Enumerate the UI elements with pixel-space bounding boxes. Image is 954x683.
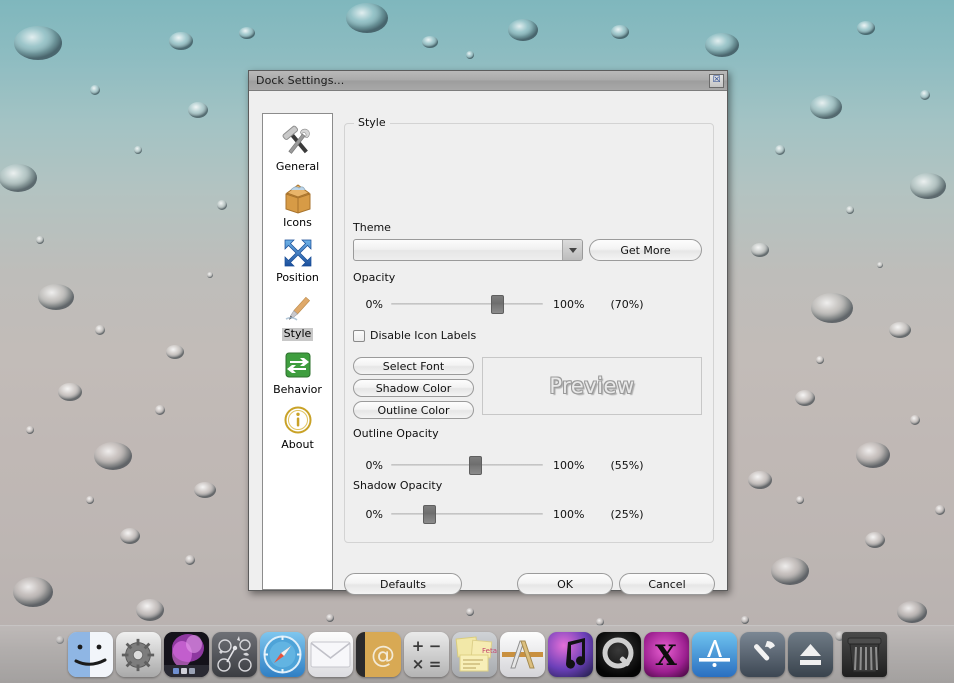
desktop-wallpaper-icon[interactable] bbox=[163, 632, 209, 677]
settings-sidebar[interactable]: General Icons Position Style Behavior Ab… bbox=[262, 113, 333, 590]
shadow-opacity-label: Shadow Opacity bbox=[353, 479, 443, 492]
xcode-icon[interactable] bbox=[739, 632, 785, 677]
dock-separator bbox=[836, 637, 839, 677]
sidebar-item-behavior[interactable]: Behavior bbox=[263, 343, 332, 399]
shadow-opacity-slider[interactable] bbox=[391, 503, 543, 525]
desktop: @ + − × = Feta X Dock Settings... ☒ Gene… bbox=[0, 0, 954, 683]
outline-opacity-slider-thumb[interactable] bbox=[468, 456, 482, 475]
opacity-slider-track bbox=[391, 303, 543, 305]
calculator-icon[interactable]: + − × = bbox=[403, 632, 449, 677]
address-book-icon[interactable]: @ bbox=[355, 632, 401, 677]
sidebar-item-general[interactable]: General bbox=[263, 120, 332, 176]
pen-icon bbox=[285, 296, 310, 321]
app-store-icon[interactable] bbox=[691, 632, 737, 677]
close-glyph: ☒ bbox=[712, 75, 721, 85]
mail-icon[interactable] bbox=[307, 632, 353, 677]
dialog-titlebar[interactable]: Dock Settings... ☒ bbox=[249, 71, 727, 91]
outline-opacity-label: Outline Opacity bbox=[353, 427, 439, 440]
shadow-opacity-slider-thumb[interactable] bbox=[423, 505, 436, 524]
disable-icon-labels-checkbox[interactable] bbox=[353, 329, 365, 342]
outline-opacity-slider[interactable] bbox=[391, 454, 543, 476]
sidebar-item-about[interactable]: About bbox=[263, 398, 332, 454]
font-book-icon[interactable] bbox=[499, 632, 545, 677]
system-preferences-icon[interactable] bbox=[115, 632, 161, 677]
eject-icon[interactable] bbox=[787, 632, 833, 677]
theme-selected-value bbox=[354, 240, 562, 260]
chevron-down-icon[interactable] bbox=[562, 240, 582, 260]
outline-opacity-value-label: (55%) bbox=[610, 458, 644, 472]
green-arrows-icon bbox=[285, 352, 310, 378]
style-groupbox-title: Style bbox=[354, 116, 390, 129]
defaults-button[interactable]: Defaults bbox=[344, 573, 462, 595]
dialog-title: Dock Settings... bbox=[256, 74, 345, 87]
info-icon bbox=[284, 406, 311, 434]
dock-settings-dialog: Dock Settings... ☒ General Icons Positio… bbox=[248, 70, 728, 595]
sidebar-item-label: Position bbox=[276, 271, 319, 285]
shadow-opacity-slider-track bbox=[391, 513, 543, 515]
stickies-icon[interactable]: Feta bbox=[451, 632, 497, 677]
opacity-max-label: 100% bbox=[553, 297, 585, 311]
outline-opacity-slider-row[interactable]: 0% 100% (55%) bbox=[353, 454, 644, 476]
sidebar-item-position[interactable]: Position bbox=[263, 231, 332, 287]
sidebar-item-icons[interactable]: Icons bbox=[263, 176, 332, 232]
finder-icon[interactable] bbox=[67, 632, 113, 677]
close-icon[interactable]: ☒ bbox=[709, 73, 724, 88]
disable-icon-labels-row[interactable]: Disable Icon Labels bbox=[353, 329, 476, 342]
hammer-wrench-icon bbox=[282, 125, 310, 154]
outline-opacity-min-label: 0% bbox=[365, 458, 383, 472]
select-font-button[interactable]: Select Font bbox=[353, 357, 474, 375]
outline-opacity-slider-track bbox=[391, 464, 543, 466]
itunes-icon[interactable] bbox=[547, 632, 593, 677]
font-preview-text: Preview bbox=[549, 374, 635, 398]
box-icon bbox=[285, 184, 310, 214]
sidebar-item-label: Style bbox=[281, 326, 314, 341]
shadow-opacity-min-label: 0% bbox=[365, 507, 383, 521]
shadow-color-button[interactable]: Shadow Color bbox=[353, 379, 474, 397]
dialog-body: General Icons Position Style Behavior Ab… bbox=[249, 91, 727, 595]
font-preview-box: Preview bbox=[482, 357, 702, 415]
svg-text:=: = bbox=[428, 655, 441, 673]
quicktime-icon[interactable] bbox=[595, 632, 641, 677]
outline-opacity-max-label: 100% bbox=[553, 458, 585, 472]
arrows-cross-icon bbox=[284, 239, 311, 267]
svg-text:Feta: Feta bbox=[482, 647, 497, 655]
opacity-slider-thumb[interactable] bbox=[491, 295, 505, 314]
dock[interactable]: @ + − × = Feta X bbox=[0, 625, 954, 683]
opacity-min-label: 0% bbox=[365, 297, 383, 311]
svg-text:+: + bbox=[411, 637, 424, 655]
svg-text:X: X bbox=[655, 639, 677, 672]
sidebar-item-label: About bbox=[281, 438, 314, 452]
opacity-label: Opacity bbox=[353, 271, 396, 284]
sidebar-item-style[interactable]: Style bbox=[263, 287, 332, 343]
shadow-opacity-slider-row[interactable]: 0% 100% (25%) bbox=[353, 503, 644, 525]
safari-icon[interactable] bbox=[259, 632, 305, 677]
dashboard-icon[interactable] bbox=[211, 632, 257, 677]
opacity-slider-row[interactable]: 0% 100% (70%) bbox=[353, 293, 644, 315]
sidebar-item-label: Behavior bbox=[273, 382, 322, 396]
disable-icon-labels-label: Disable Icon Labels bbox=[370, 329, 477, 342]
svg-text:@: @ bbox=[371, 641, 395, 669]
ok-button[interactable]: OK bbox=[517, 573, 613, 595]
svg-text:−: − bbox=[428, 637, 441, 655]
trash-icon[interactable] bbox=[841, 632, 887, 677]
cancel-button[interactable]: Cancel bbox=[619, 573, 715, 595]
theme-combobox[interactable] bbox=[353, 239, 583, 261]
opacity-value-label: (70%) bbox=[610, 297, 644, 311]
sidebar-item-label: General bbox=[275, 160, 320, 173]
svg-text:×: × bbox=[411, 655, 424, 673]
theme-label: Theme bbox=[353, 221, 391, 234]
shadow-opacity-value-label: (25%) bbox=[610, 507, 644, 521]
get-more-button[interactable]: Get More bbox=[589, 239, 702, 261]
opacity-slider[interactable] bbox=[391, 293, 543, 315]
x11-icon[interactable]: X bbox=[643, 632, 689, 677]
shadow-opacity-max-label: 100% bbox=[553, 507, 585, 521]
outline-color-button[interactable]: Outline Color bbox=[353, 401, 474, 419]
sidebar-item-label: Icons bbox=[283, 215, 312, 229]
